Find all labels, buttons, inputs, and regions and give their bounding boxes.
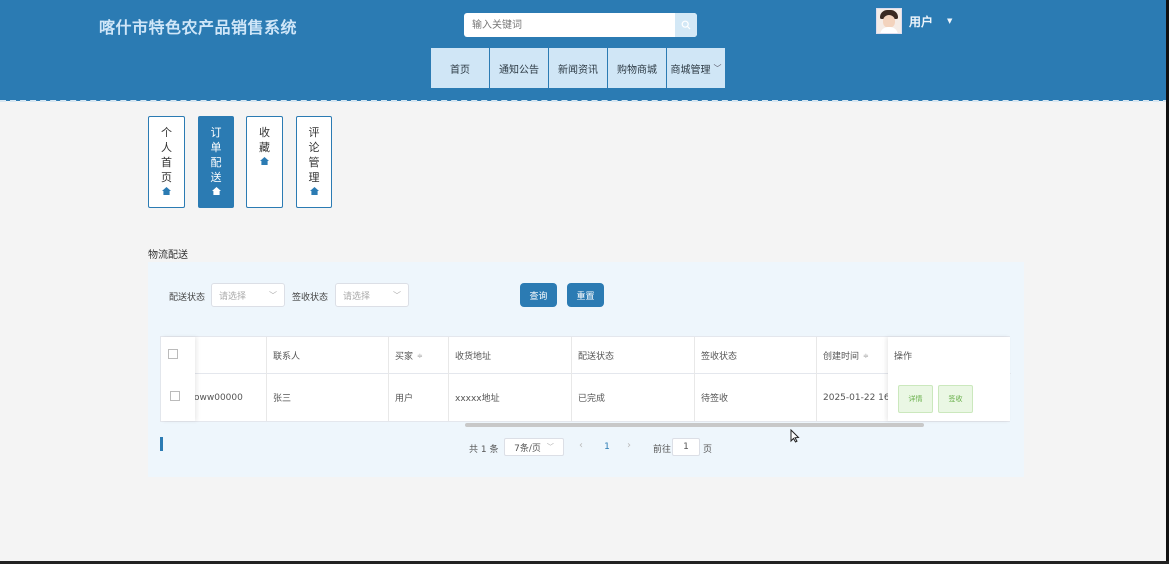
delivery-status-label: 配送状态 <box>169 293 206 303</box>
goto-suffix: 页 <box>703 445 713 455</box>
header-label: 配送状态 <box>578 352 615 362</box>
search-icon <box>681 20 691 30</box>
section-title: 物流配送 <box>148 250 188 261</box>
cell-sign-status: 待签收 <box>695 374 817 421</box>
header-label: 买家 <box>395 352 414 362</box>
tab-label: 个人首页 <box>161 126 172 184</box>
prev-page-icon[interactable]: ‹ <box>579 440 583 451</box>
sign-status-label: 签收状态 <box>292 293 329 303</box>
column-header-sign-status: 签收状态 <box>695 337 817 374</box>
nav-label: 购物商城 <box>617 64 657 76</box>
nav-item-notices[interactable]: 通知公告 <box>490 48 548 88</box>
home-icon <box>260 157 269 165</box>
column-header-buyer[interactable]: 买家 ≑ <box>389 337 449 374</box>
header-label: 签收状态 <box>701 352 738 362</box>
row-checkbox[interactable] <box>170 391 180 401</box>
search-input[interactable] <box>464 13 680 38</box>
cell-text: xxxxx地址 <box>455 394 500 404</box>
delivery-table: 联系人 买家 ≑ 收货地址 配送状态 签收状态 创建时间 ≑ oww00000 张三… <box>160 336 1011 422</box>
select-all-checkbox[interactable] <box>168 349 178 359</box>
select-placeholder: 请选择 <box>219 291 247 302</box>
reset-button[interactable]: 重置 <box>567 283 604 307</box>
current-page[interactable]: 1 <box>596 438 618 456</box>
header-label: 收货地址 <box>455 352 492 362</box>
chevron-down-icon: ﹀ <box>713 63 722 73</box>
tab-label: 收藏 <box>259 126 270 154</box>
nav-item-news[interactable]: 新闻资讯 <box>549 48 607 88</box>
home-icon <box>162 187 171 195</box>
header-label: 操作 <box>894 352 913 362</box>
search-button[interactable] <box>675 13 697 37</box>
horizontal-scrollbar[interactable] <box>465 423 924 427</box>
tab-favorites[interactable]: 收藏 <box>246 116 283 208</box>
cell-text: 2025-01-22 16:1 <box>823 392 889 403</box>
chevron-down-icon: ﹀ <box>269 291 277 300</box>
nav-item-home[interactable]: 首页 <box>431 48 489 88</box>
avatar[interactable] <box>876 8 902 34</box>
cell-text: 待签收 <box>701 394 729 404</box>
cell-text: 已完成 <box>578 394 606 404</box>
mouse-cursor-icon <box>790 429 800 443</box>
nav-label: 通知公告 <box>499 64 539 76</box>
tab-order-delivery[interactable]: 订单配送 <box>198 116 234 208</box>
nav-label: 首页 <box>450 64 470 76</box>
chevron-down-icon: ﹀ <box>393 291 401 300</box>
cell-delivery-status: 已完成 <box>572 374 695 421</box>
tab-profile[interactable]: 个人首页 <box>148 116 185 208</box>
search-box <box>464 13 697 38</box>
detail-button[interactable]: 详情 <box>898 385 933 413</box>
column-header-order <box>195 337 267 374</box>
cell-text: 张三 <box>273 394 292 404</box>
sort-icon[interactable]: ≑ <box>863 352 869 360</box>
caret-down-icon[interactable]: ▼ <box>947 17 952 25</box>
next-page-icon[interactable]: › <box>627 440 631 451</box>
column-header-contact: 联系人 <box>267 337 389 374</box>
fixed-actions-column: 操作 详情 签收 <box>888 337 1010 421</box>
tab-comments[interactable]: 评论管理 <box>296 116 332 208</box>
home-icon <box>211 187 221 195</box>
fixed-select-column <box>161 337 195 421</box>
header-label: 联系人 <box>273 352 301 362</box>
sign-button[interactable]: 签收 <box>938 385 973 413</box>
cell-address: xxxxx地址 <box>449 374 572 421</box>
nav-label: 新闻资讯 <box>558 64 598 76</box>
site-title: 喀什市特色农产品销售系统 <box>99 18 298 37</box>
page-size-value: 7条/页 <box>514 443 541 454</box>
nav-item-shop-admin[interactable]: 商城管理 ﹀ <box>667 48 725 88</box>
cell-created: 2025-01-22 16:1 <box>817 374 889 421</box>
cell-order-no: oww00000 <box>188 374 267 421</box>
tab-label: 评论管理 <box>308 126 320 184</box>
home-icon <box>309 187 319 195</box>
goto-page-input[interactable]: 1 <box>672 438 700 456</box>
page-size-select[interactable]: 7条/页 ﹀ <box>504 438 564 456</box>
accent-bar <box>160 437 163 451</box>
tab-label: 订单配送 <box>210 126 222 184</box>
cell-text: 用户 <box>395 394 414 404</box>
column-header-created[interactable]: 创建时间 ≑ <box>817 337 889 374</box>
cell-buyer: 用户 <box>389 374 449 421</box>
goto-prefix: 前往 <box>653 445 672 455</box>
sort-icon[interactable]: ≑ <box>417 352 423 360</box>
user-name[interactable]: 用户 <box>909 13 933 30</box>
main-nav: 首页 通知公告 新闻资讯 购物商城 商城管理 ﹀ <box>431 48 725 88</box>
header-divider <box>0 100 1169 102</box>
column-header-delivery-status: 配送状态 <box>572 337 695 374</box>
chevron-down-icon: ﹀ <box>546 443 554 451</box>
delivery-status-select[interactable]: 请选择 ﹀ <box>211 283 285 307</box>
sign-status-select[interactable]: 请选择 ﹀ <box>335 283 409 307</box>
cell-text: oww00000 <box>194 392 243 403</box>
select-placeholder: 请选择 <box>343 291 371 302</box>
user-menu[interactable]: 用户 ▼ <box>876 8 952 34</box>
nav-item-shop[interactable]: 购物商城 <box>608 48 666 88</box>
query-button[interactable]: 查询 <box>520 283 557 307</box>
cell-contact: 张三 <box>267 374 389 421</box>
pagination-total: 共 1 条 <box>469 445 499 455</box>
header-label: 创建时间 <box>823 352 860 362</box>
column-header-actions: 操作 <box>888 337 1010 374</box>
nav-label: 商城管理 <box>670 64 711 76</box>
column-header-address: 收货地址 <box>449 337 572 374</box>
